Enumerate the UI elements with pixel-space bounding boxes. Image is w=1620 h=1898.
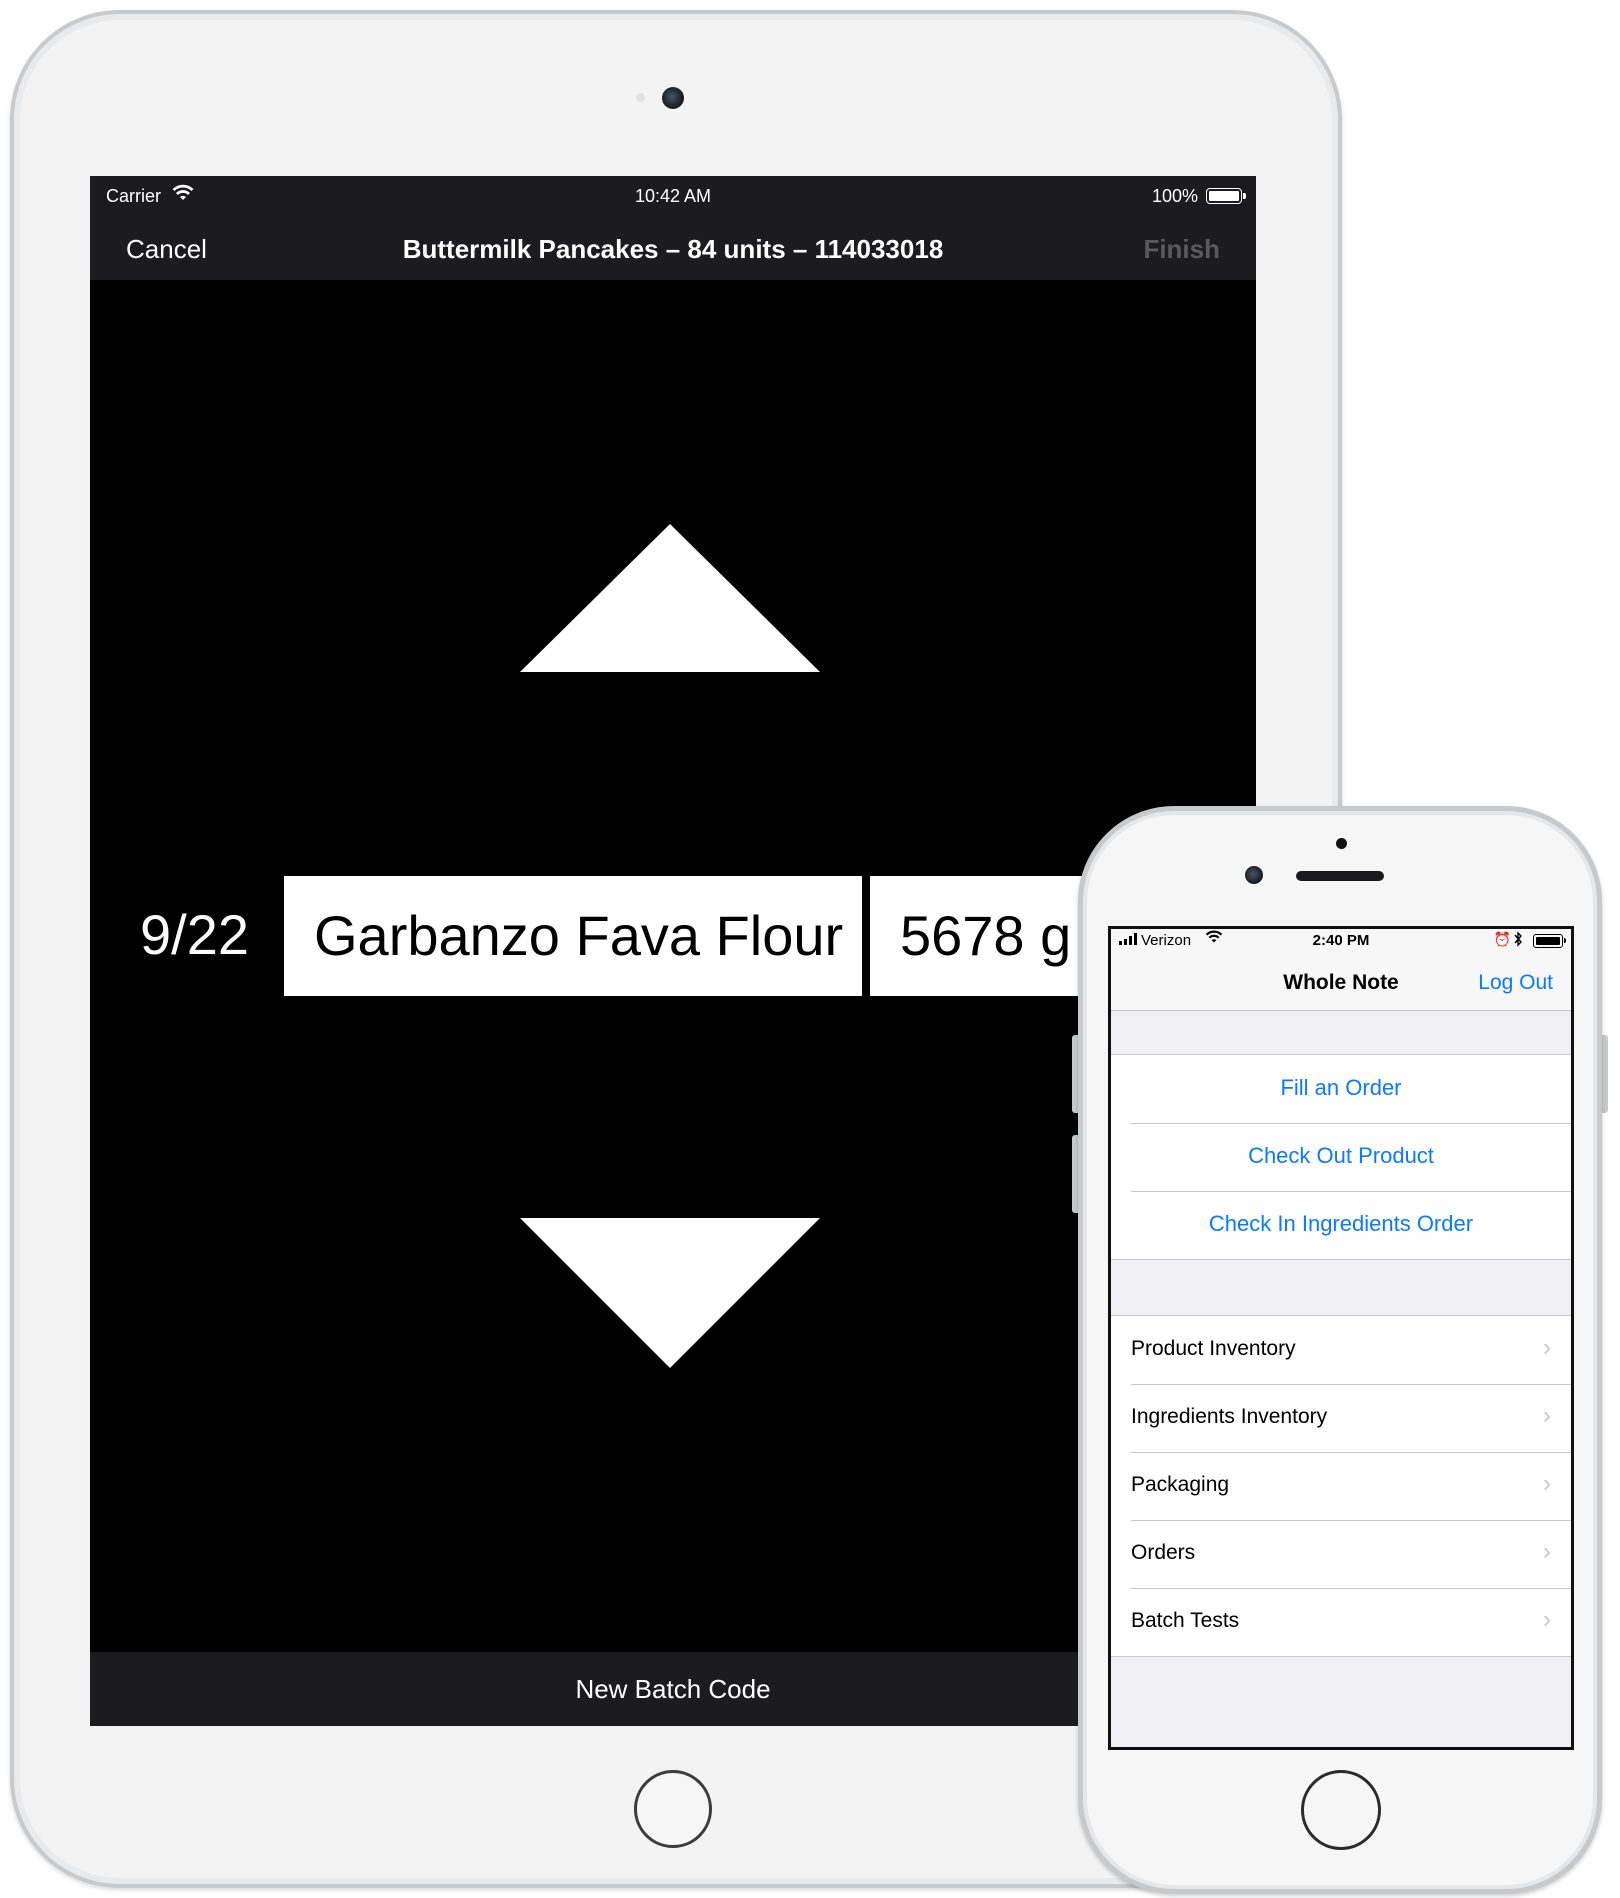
batch-title: Buttermilk Pancakes – 84 units – 1140330… <box>402 234 944 264</box>
log-out-button[interactable]: Log Out <box>1478 971 1553 995</box>
up-arrow-icon[interactable] <box>520 524 820 672</box>
check-out-product-button[interactable]: Check Out Product <box>1111 1123 1571 1191</box>
iphone-screen: Verizon 2:40 PM ⏰ Whole Note Log Out Fil… <box>1108 926 1574 1750</box>
action-label: Check In Ingredients Order <box>1208 1211 1474 1236</box>
bluetooth-icon <box>1513 931 1523 950</box>
fill-order-button[interactable]: Fill an Order <box>1111 1055 1571 1123</box>
status-time: 10:42 AM <box>634 186 712 206</box>
action-label: Check Out Product <box>1248 1143 1434 1168</box>
iphone-speaker <box>1296 871 1384 881</box>
iphone-power-button <box>1602 1035 1608 1113</box>
ipad-status-bar: Carrier 10:42 AM 100% <box>90 176 1256 216</box>
menu-item-label: Batch Tests <box>1131 1609 1240 1632</box>
ipad-home-button[interactable] <box>634 1770 712 1848</box>
iphone-camera <box>1245 866 1263 884</box>
chevron-right-icon: › <box>1543 1606 1551 1633</box>
alarm-icon: ⏰ <box>1493 931 1511 947</box>
ipad-navigation-bar: Cancel Buttermilk Pancakes – 84 units – … <box>90 216 1256 280</box>
chevron-right-icon: › <box>1543 1470 1551 1497</box>
ingredient-name-field[interactable]: Garbanzo Fava Flour <box>284 876 862 996</box>
battery-percentage: 100% <box>1151 186 1198 206</box>
down-arrow-icon[interactable] <box>520 1218 820 1368</box>
chevron-right-icon: › <box>1543 1538 1551 1565</box>
battery-icon <box>1533 934 1566 948</box>
finish-button[interactable]: Finish <box>1143 234 1220 265</box>
menu-item-batch-tests[interactable]: Batch Tests › <box>1111 1588 1571 1656</box>
inventory-menu-group: Product Inventory › Ingredients Inventor… <box>1111 1315 1571 1657</box>
menu-item-label: Ingredients Inventory <box>1131 1405 1328 1428</box>
actions-group: Fill an Order Check Out Product Check In… <box>1111 1054 1571 1260</box>
iphone-home-button[interactable] <box>1301 1770 1381 1850</box>
menu-item-ingredients-inventory[interactable]: Ingredients Inventory › <box>1111 1384 1571 1452</box>
menu-item-label: Orders <box>1131 1541 1196 1564</box>
ipad-sensor <box>636 93 645 102</box>
menu-item-product-inventory[interactable]: Product Inventory › <box>1111 1316 1571 1384</box>
chevron-right-icon: › <box>1543 1334 1551 1361</box>
ipad-camera <box>662 87 684 109</box>
check-in-ingredients-order-button[interactable]: Check In Ingredients Order <box>1111 1191 1571 1259</box>
chevron-right-icon: › <box>1543 1402 1551 1429</box>
iphone-proximity-sensor <box>1336 838 1347 849</box>
iphone-navigation-bar: Whole Note Log Out <box>1111 953 1571 1011</box>
action-label: Fill an Order <box>1280 1075 1402 1100</box>
ingredient-index: 9/22 <box>140 903 249 966</box>
menu-item-orders[interactable]: Orders › <box>1111 1520 1571 1588</box>
menu-item-label: Packaging <box>1131 1473 1230 1496</box>
battery-icon <box>1206 188 1246 204</box>
iphone-status-bar: Verizon 2:40 PM ⏰ <box>1111 929 1571 953</box>
menu-item-packaging[interactable]: Packaging › <box>1111 1452 1571 1520</box>
menu-item-label: Product Inventory <box>1131 1337 1296 1360</box>
